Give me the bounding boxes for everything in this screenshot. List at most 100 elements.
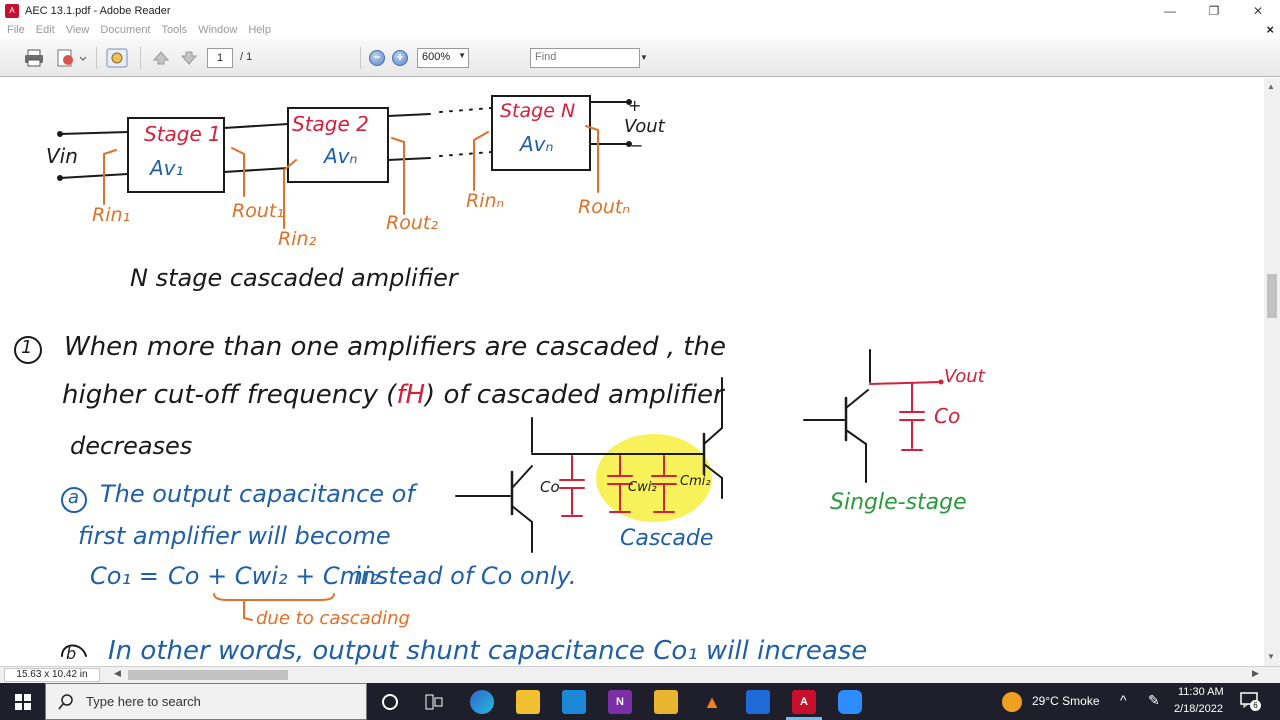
clock-time[interactable]: 11:30 AM	[1178, 686, 1224, 698]
scroll-down-icon[interactable]: ▼	[1267, 652, 1275, 661]
point-1-line-1: When more than one amplifiers are cascad…	[64, 332, 726, 362]
vlc-icon[interactable]: ▲	[700, 690, 724, 714]
horizontal-scrollbar-thumb[interactable]	[128, 670, 288, 680]
scroll-right-icon[interactable]: ▶	[1252, 668, 1259, 679]
single-vout-label: Vout	[944, 366, 985, 387]
rin2-label: Rin₂	[278, 228, 317, 250]
window-title: AEC 13.1.pdf - Adobe Reader	[25, 4, 171, 17]
notification-icon[interactable]: 6	[1240, 692, 1261, 711]
vertical-scrollbar[interactable]: ▲ ▼	[1264, 78, 1280, 666]
stage-2-gain: Avₙ	[324, 144, 358, 168]
find-dropdown-icon[interactable]: ▼	[640, 53, 648, 62]
close-document-button[interactable]: ×	[1266, 22, 1274, 37]
point-a-line-2: first amplifier will become	[78, 522, 391, 550]
file-explorer-icon[interactable]	[654, 690, 678, 714]
point-b-line: In other words, output shunt capacitance…	[108, 636, 868, 666]
stage-1-name: Stage 1	[144, 122, 221, 146]
cortana-icon[interactable]	[378, 690, 402, 714]
single-stage-label: Single-stage	[830, 490, 967, 515]
zoom-select[interactable]: 600% ▼	[417, 48, 469, 68]
zoom-in-icon[interactable]: +	[392, 50, 408, 66]
stage-2-name: Stage 2	[292, 112, 369, 136]
close-window-button[interactable]: ✕	[1236, 0, 1280, 21]
title-bar: A AEC 13.1.pdf - Adobe Reader — ❐ ✕	[0, 0, 1280, 21]
task-view-icon[interactable]	[422, 690, 446, 714]
find-input[interactable]: Find	[530, 48, 640, 68]
photos-icon[interactable]	[746, 690, 770, 714]
scrollbar-thumb[interactable]	[1267, 274, 1277, 318]
scroll-up-icon[interactable]: ▲	[1267, 82, 1275, 91]
page-total: / 1	[240, 51, 253, 63]
adobe-reader-icon: A	[5, 3, 19, 18]
adobe-reader-taskbar-icon[interactable]: A	[792, 690, 816, 714]
mail-icon[interactable]	[562, 690, 586, 714]
point-b-letter: b	[66, 644, 77, 663]
page-size: 15.63 x 10.42 in	[4, 668, 100, 682]
menu-file[interactable]: File	[7, 24, 25, 36]
cascade-label: Cascade	[620, 526, 714, 551]
onenote-icon[interactable]: N	[608, 690, 632, 714]
vout-plus: +	[628, 96, 642, 115]
vin-label: Vin	[46, 144, 78, 168]
equation-tail: instead of Co only.	[354, 562, 577, 590]
cmi2-label: Cmi₂	[680, 474, 711, 489]
search-placeholder: Type here to search	[86, 694, 201, 709]
next-page-icon[interactable]	[178, 48, 200, 68]
zoom-icon[interactable]	[838, 690, 862, 714]
start-button[interactable]	[0, 683, 45, 720]
previous-page-icon[interactable]	[150, 48, 172, 68]
edge-icon[interactable]	[470, 690, 494, 714]
rout1-label: Rout₁	[232, 200, 284, 222]
search-icon	[58, 693, 73, 709]
vout-minus: −	[630, 136, 644, 155]
document-page: Vin Stage 1 Av₁ Stage 2 Avₙ Stage N Avₙ …	[0, 78, 1264, 666]
point-1-line-2b: ) of cascaded amplifier	[425, 380, 724, 410]
menu-view[interactable]: View	[66, 24, 90, 36]
vout-label: Vout	[624, 116, 665, 137]
weather-icon	[1002, 692, 1022, 712]
restore-button[interactable]: ❐	[1192, 0, 1236, 21]
menu-tools[interactable]: Tools	[162, 24, 188, 36]
stage-n-gain: Avₙ	[520, 132, 554, 156]
point-a-letter: a	[68, 487, 80, 508]
rout2-label: Rout₂	[386, 212, 438, 234]
hand-tool-icon[interactable]	[104, 48, 130, 68]
status-bar: 15.63 x 10.42 in ◀ ▶	[0, 666, 1280, 683]
store-icon[interactable]	[516, 690, 540, 714]
taskbar: Type here to search N ▲ A 29°C Smoke ^ ✎…	[0, 683, 1280, 720]
point-1-line-2: higher cut-off frequency (fH) of cascade…	[62, 380, 724, 410]
menu-edit[interactable]: Edit	[36, 24, 55, 36]
routn-label: Routₙ	[578, 196, 630, 218]
cascading-note: due to cascading	[256, 608, 410, 629]
menu-window[interactable]: Window	[198, 24, 237, 36]
minimize-button[interactable]: —	[1148, 0, 1192, 21]
pen-icon[interactable]: ✎	[1148, 692, 1160, 709]
clock-date[interactable]: 2/18/2022	[1174, 703, 1223, 715]
share-icon[interactable]	[54, 48, 88, 68]
find-placeholder: Find	[535, 51, 557, 63]
point-1-line-2a: higher cut-off frequency (	[62, 380, 397, 410]
cwi2-label: Cwi₂	[628, 480, 657, 495]
menu-document[interactable]: Document	[100, 24, 150, 36]
chevron-down-icon: ▼	[458, 51, 466, 60]
taskbar-search[interactable]: Type here to search	[45, 683, 367, 720]
scroll-left-icon[interactable]: ◀	[114, 668, 121, 679]
diagram-caption: N stage cascaded amplifier	[130, 264, 458, 292]
zoom-out-icon[interactable]: −	[369, 50, 385, 66]
menu-bar: File Edit View Document Tools Window Hel…	[0, 21, 1280, 39]
windows-icon	[14, 693, 31, 710]
toolbar: / 1 − + 600% ▼ Find ▼	[0, 39, 1280, 77]
stage-1-gain: Av₁	[150, 156, 184, 180]
page-number-input[interactable]	[207, 48, 233, 68]
stage-n-name: Stage N	[500, 100, 576, 122]
weather-text[interactable]: 29°C Smoke	[1032, 694, 1100, 708]
print-icon[interactable]	[22, 48, 46, 68]
single-co-label: Co	[934, 404, 961, 428]
tray-chevron-icon[interactable]: ^	[1120, 692, 1127, 708]
menu-help[interactable]: Help	[248, 24, 271, 36]
rin1-label: Rin₁	[92, 204, 131, 226]
rinn-label: Rinₙ	[466, 190, 505, 212]
point-1-line-3: decreases	[70, 432, 193, 460]
zoom-value: 600%	[422, 51, 451, 63]
point-a-line-1: The output capacitance of	[100, 480, 415, 508]
